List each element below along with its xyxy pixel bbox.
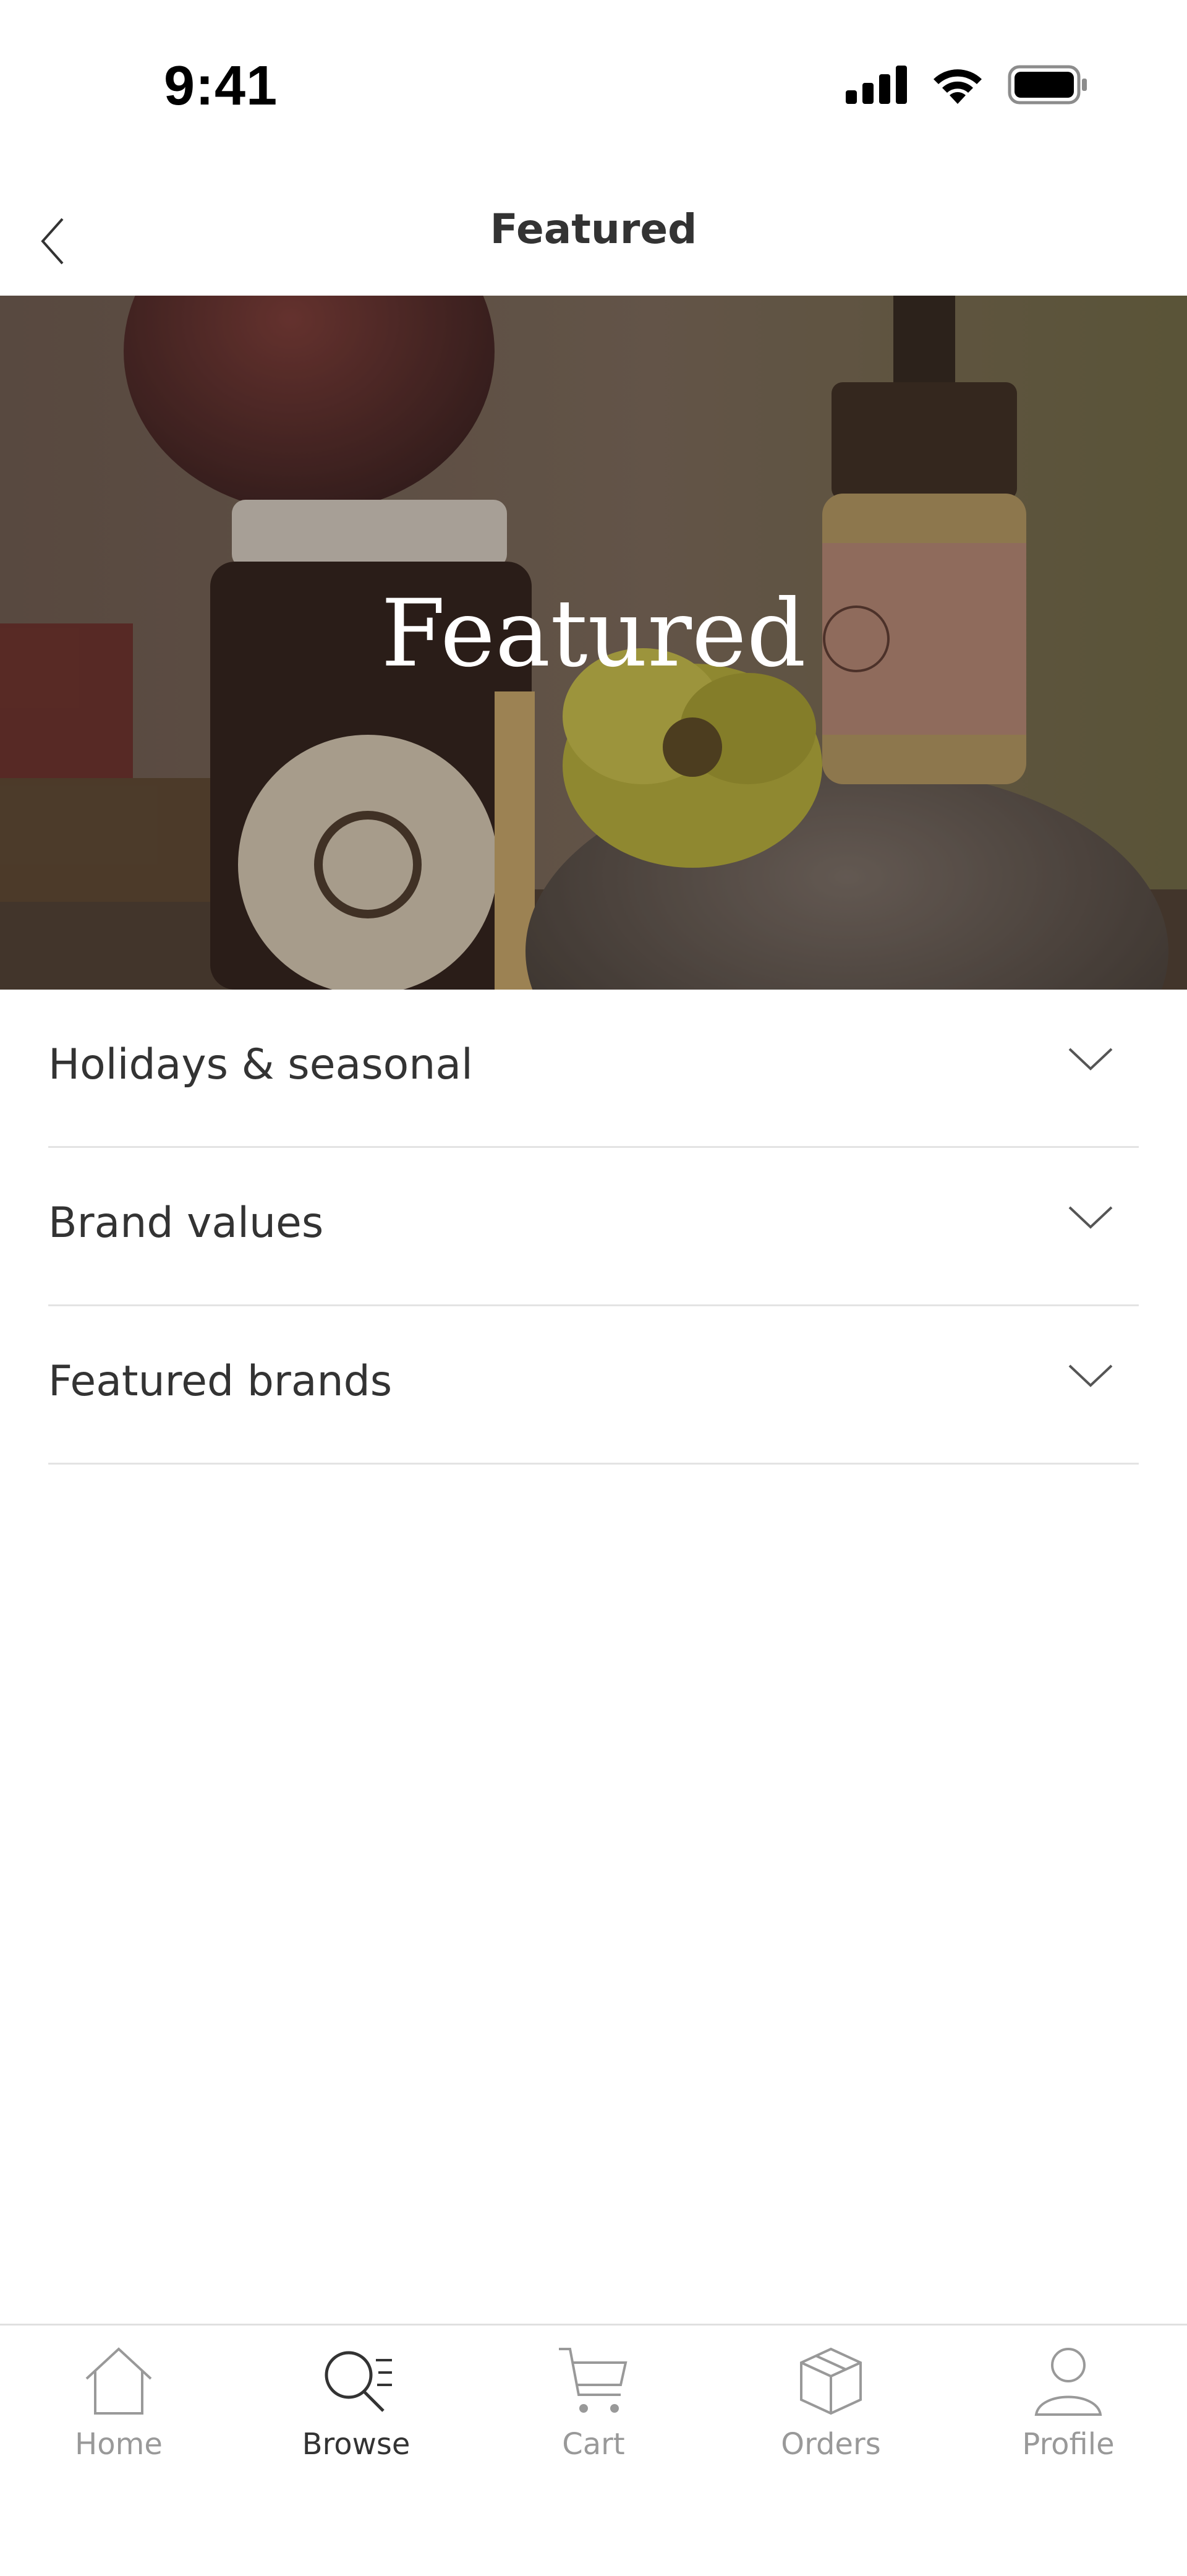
status-time: 9:41 xyxy=(164,55,278,117)
accordion-item-brand-values[interactable]: Brand values xyxy=(48,1148,1139,1306)
box-icon xyxy=(800,2347,862,2415)
tab-label: Home xyxy=(75,2427,163,2462)
tab-home[interactable]: Home xyxy=(0,2344,237,2462)
tab-label: Orders xyxy=(781,2427,881,2462)
status-bar: 9:41 xyxy=(0,0,1187,142)
page-title: Featured xyxy=(490,205,697,253)
status-icons xyxy=(846,65,1088,105)
profile-icon xyxy=(1034,2348,1102,2416)
home-icon xyxy=(85,2347,152,2415)
chevron-down-icon xyxy=(1068,1364,1113,1387)
signal-icon xyxy=(846,66,907,104)
cart-icon xyxy=(559,2348,628,2413)
accordion-item-label: Holidays & seasonal xyxy=(48,1040,473,1089)
tab-browse[interactable]: Browse xyxy=(237,2344,475,2462)
tab-cart[interactable]: Cart xyxy=(475,2344,712,2462)
wifi-icon xyxy=(934,69,982,104)
accordion-item-holidays-seasonal[interactable]: Holidays & seasonal xyxy=(48,990,1139,1148)
tab-orders[interactable]: Orders xyxy=(712,2344,950,2462)
tab-label: Profile xyxy=(1022,2427,1115,2462)
tab-bar: Home Browse Cart Orders Profile xyxy=(0,2324,1187,2576)
nav-bar: Featured xyxy=(0,173,1187,294)
chevron-down-icon xyxy=(1068,1048,1113,1071)
accordion-item-featured-brands[interactable]: Featured brands xyxy=(48,1306,1139,1465)
search-icon xyxy=(325,2351,392,2412)
battery-icon xyxy=(1008,65,1087,105)
hero-title: Featured xyxy=(381,580,806,688)
chevron-down-icon xyxy=(1068,1206,1113,1229)
accordion-item-label: Featured brands xyxy=(48,1357,393,1406)
hero-banner: Featured xyxy=(0,296,1187,990)
accordion-item-label: Brand values xyxy=(48,1199,324,1247)
category-accordion: Holidays & seasonal Brand values Feature… xyxy=(48,990,1139,1465)
tab-label: Browse xyxy=(302,2427,411,2462)
tab-label: Cart xyxy=(562,2427,625,2462)
tab-profile[interactable]: Profile xyxy=(950,2344,1187,2462)
